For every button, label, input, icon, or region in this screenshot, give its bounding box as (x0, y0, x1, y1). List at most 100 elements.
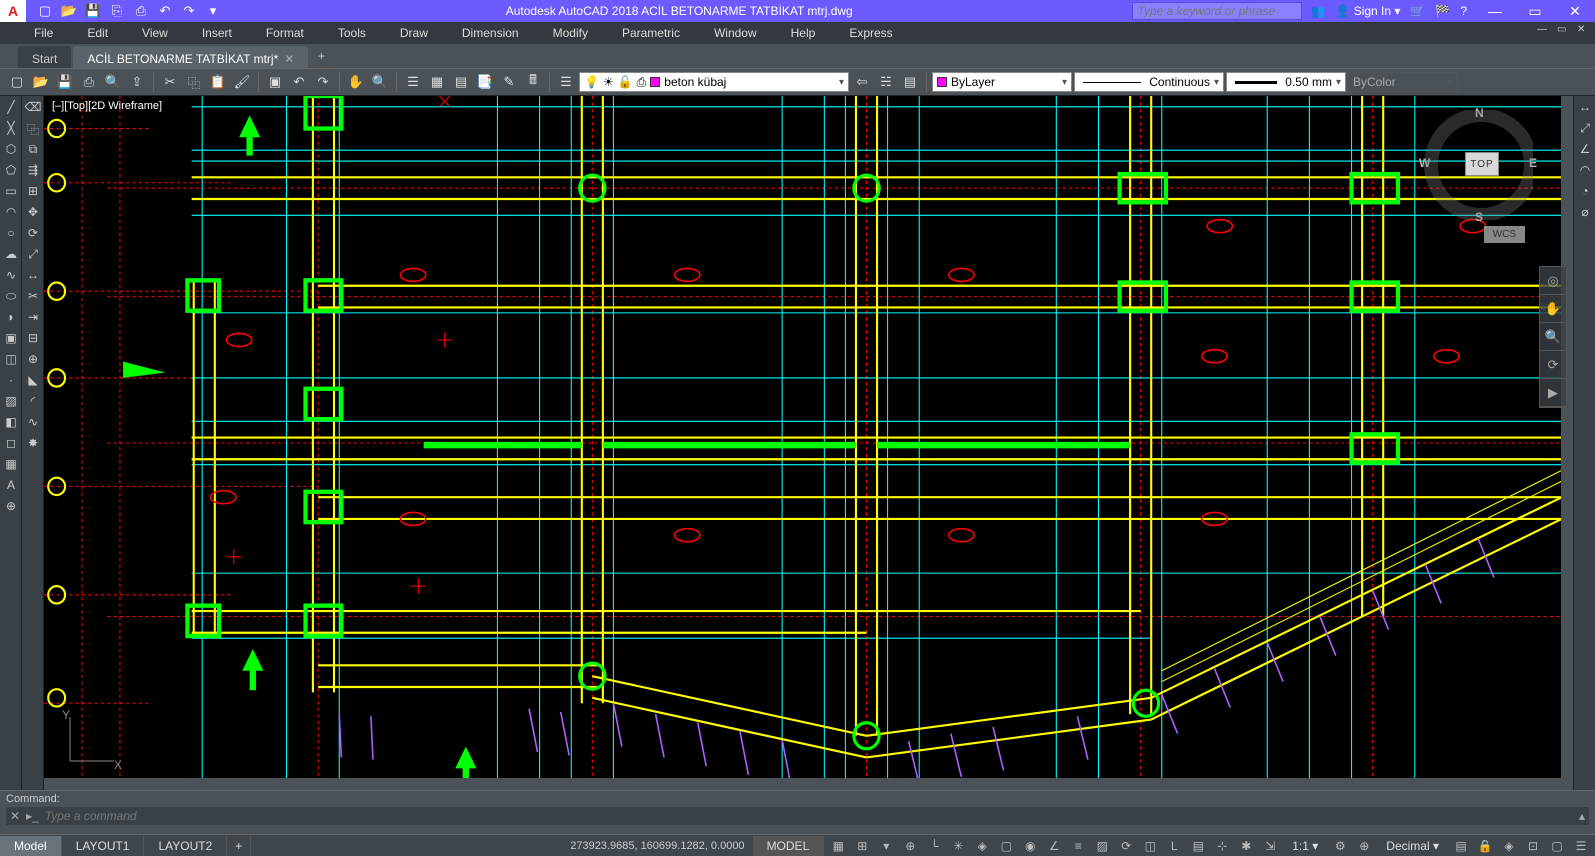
ducs-icon[interactable]: L (1164, 839, 1184, 853)
menu-modify[interactable]: Modify (549, 24, 592, 42)
revcloud-icon[interactable]: ☁ (2, 247, 20, 265)
otrack-icon[interactable]: ∠ (1044, 839, 1064, 853)
quick-properties-icon[interactable]: ▤ (1451, 839, 1471, 853)
nav-pan-icon[interactable]: ✋ (1540, 295, 1566, 323)
dim-linear-icon[interactable]: ↔ (1576, 100, 1594, 118)
break-icon[interactable]: ⊟ (24, 331, 42, 349)
publish-icon[interactable]: ⇪ (126, 71, 148, 93)
gizmo-icon[interactable]: ⊹ (1212, 839, 1232, 853)
menu-format[interactable]: Format (262, 24, 308, 42)
transparency-icon[interactable]: ▨ (1092, 839, 1112, 853)
blend-icon[interactable]: ∿ (24, 415, 42, 433)
join-icon[interactable]: ⊕ (24, 352, 42, 370)
3d-osnap-icon[interactable]: ◫ (1140, 839, 1160, 853)
nav-orbit-icon[interactable]: ⟳ (1540, 351, 1566, 379)
save-icon[interactable]: 💾 (54, 71, 76, 93)
match-props-icon[interactable]: 🖌 (231, 71, 253, 93)
qat-undo-icon[interactable]: ↶ (156, 2, 174, 20)
qat-open-icon[interactable]: 📂 (60, 2, 78, 20)
hatch-icon[interactable]: ▨ (2, 394, 20, 412)
menu-parametric[interactable]: Parametric (618, 24, 684, 42)
linetype-dropdown[interactable]: Continuous ▾ (1074, 72, 1224, 92)
menu-window[interactable]: Window (710, 24, 761, 42)
mirror-icon[interactable]: ⧉ (24, 142, 42, 160)
region-icon[interactable]: ◻ (2, 436, 20, 454)
annotation-visibility-icon[interactable]: ✱ (1236, 839, 1256, 853)
qat-more-icon[interactable]: ▾ (204, 2, 222, 20)
isodraft-icon[interactable]: ◈ (972, 839, 992, 853)
annotation-monitor-icon[interactable]: ⊕ (1354, 839, 1374, 853)
copy-icon[interactable]: ⿻ (183, 71, 205, 93)
zoom-icon[interactable]: 🔍 (369, 71, 391, 93)
tab-start[interactable]: Start (18, 46, 71, 68)
status-tab-layout2[interactable]: LAYOUT2 (144, 836, 227, 856)
ellipse-arc-icon[interactable]: ◗ (2, 310, 20, 328)
open-icon[interactable]: 📂 (30, 71, 52, 93)
minimize-button[interactable]: — (1475, 3, 1515, 20)
qat-plot-icon[interactable]: ⎙ (132, 2, 150, 20)
circle-icon[interactable]: ○ (2, 226, 20, 244)
menu-edit[interactable]: Edit (83, 24, 112, 42)
annotation-scale[interactable]: 1:1 ▾ (1284, 839, 1326, 853)
close-button[interactable]: ✕ (1555, 3, 1595, 20)
layer-state-icon[interactable]: ☵ (875, 71, 897, 93)
new-icon[interactable]: ▢ (6, 71, 28, 93)
ellipse-icon[interactable]: ⬭ (2, 289, 20, 307)
redo-icon[interactable]: ↷ (312, 71, 334, 93)
status-tab-add[interactable]: + (227, 836, 251, 856)
isolate-objects-icon[interactable]: ◈ (1499, 839, 1519, 853)
qat-new-icon[interactable]: ▢ (36, 2, 54, 20)
nav-zoom-icon[interactable]: 🔍 (1540, 323, 1566, 351)
status-model-space[interactable]: MODEL (753, 836, 825, 856)
status-tab-model[interactable]: Model (0, 836, 62, 856)
ortho-icon[interactable]: └ (924, 839, 944, 853)
selection-filter-icon[interactable]: ▤ (1188, 839, 1208, 853)
trim-icon[interactable]: ✂ (24, 289, 42, 307)
lwt-icon[interactable]: ≡ (1068, 839, 1088, 853)
extend-icon[interactable]: ⇥ (24, 310, 42, 328)
insert-block-icon[interactable]: ▣ (2, 331, 20, 349)
properties-icon[interactable]: ☰ (402, 71, 424, 93)
wcs-label[interactable]: WCS (1484, 226, 1525, 243)
rectangle-icon[interactable]: ▭ (2, 184, 20, 202)
cut-icon[interactable]: ✂ (159, 71, 181, 93)
command-line[interactable]: Command: ✕ ▸_ ▴ (0, 790, 1595, 834)
units-display[interactable]: Decimal ▾ (1378, 839, 1447, 853)
osnap-icon[interactable]: ▢ (996, 839, 1016, 853)
erase-icon[interactable]: ⌫ (24, 100, 42, 118)
command-expand-icon[interactable]: ▴ (1579, 809, 1585, 823)
markup-icon[interactable]: ✎ (498, 71, 520, 93)
offset-icon[interactable]: ⇶ (24, 163, 42, 181)
tab-add-button[interactable]: + (310, 48, 332, 68)
horizontal-scrollbar[interactable] (44, 778, 1561, 790)
nav-wheel-icon[interactable]: ◎ (1540, 267, 1566, 295)
tool-palettes-icon[interactable]: ▤ (450, 71, 472, 93)
menu-help[interactable]: Help (787, 24, 820, 42)
sign-in-button[interactable]: 👤 Sign In ▾ (1335, 4, 1400, 18)
xline-icon[interactable]: ╳ (2, 121, 20, 139)
nav-showmotion-icon[interactable]: ▶ (1540, 379, 1566, 407)
layer-dropdown[interactable]: 💡 ☀ 🔓 ⎙ beton kübaj ▾ (579, 72, 849, 92)
autodesk-account-icon[interactable]: 👥 (1310, 4, 1325, 18)
fillet-icon[interactable]: ◜ (24, 394, 42, 412)
sheetset-icon[interactable]: 📑 (474, 71, 496, 93)
drawing-canvas[interactable]: [–][Top][2D Wireframe] YX N S E W TOP WC… (44, 96, 1573, 790)
quickcalc-icon[interactable]: 🖩 (522, 71, 544, 93)
infocenter-search[interactable] (1132, 2, 1302, 20)
rotate-icon[interactable]: ⟳ (24, 226, 42, 244)
paste-icon[interactable]: 📋 (207, 71, 229, 93)
dim-aligned-icon[interactable]: ⤢ (1576, 121, 1594, 139)
doc-restore-icon[interactable]: ▭ (1557, 24, 1571, 38)
move-icon[interactable]: ✥ (24, 205, 42, 223)
point-icon[interactable]: · (2, 373, 20, 391)
vertical-scrollbar[interactable] (1561, 96, 1573, 790)
scale-icon[interactable]: ⤢ (24, 247, 42, 265)
layer-iso-icon[interactable]: ▤ (899, 71, 921, 93)
maximize-button[interactable]: ▭ (1515, 3, 1555, 20)
menu-tools[interactable]: Tools (334, 24, 370, 42)
app-logo[interactable]: A (0, 0, 26, 22)
table-icon[interactable]: ▦ (2, 457, 20, 475)
menu-draw[interactable]: Draw (396, 24, 432, 42)
qat-redo-icon[interactable]: ↷ (180, 2, 198, 20)
undo-icon[interactable]: ↶ (288, 71, 310, 93)
